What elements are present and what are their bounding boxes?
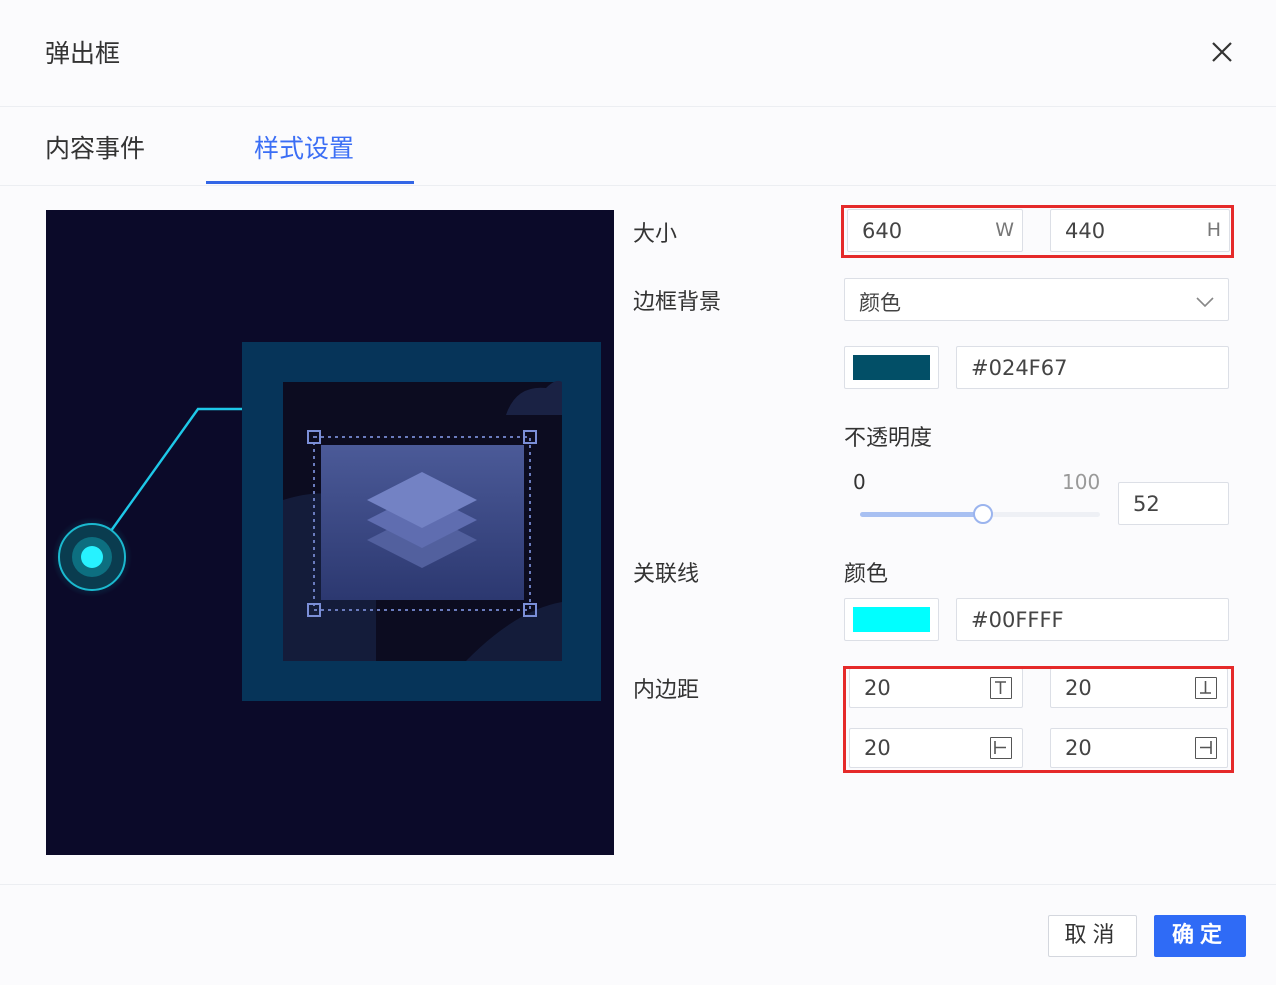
border-color-input[interactable] <box>957 347 1228 388</box>
padding-bottom-icon <box>1195 677 1217 699</box>
opacity-field[interactable] <box>1118 482 1229 525</box>
padding-top-icon <box>990 677 1012 699</box>
tab-bar: 内容事件 样式设置 <box>0 107 1276 186</box>
padding-bottom-field[interactable] <box>1050 668 1228 708</box>
opacity-slider-fill <box>860 512 984 517</box>
padding-top-field[interactable] <box>849 668 1023 708</box>
height-field[interactable]: H <box>1050 209 1230 252</box>
opacity-slider-handle[interactable] <box>973 504 993 524</box>
dialog-title: 弹出框 <box>45 39 121 68</box>
padding-left-field[interactable] <box>849 728 1023 768</box>
link-line-label: 关联线 <box>633 562 700 587</box>
link-line-color-fill <box>853 607 930 632</box>
opacity-min-label: 0 <box>853 470 866 494</box>
padding-left-icon <box>990 737 1012 759</box>
chevron-down-icon <box>1196 293 1214 312</box>
border-bg-type-value: 颜色 <box>859 291 901 315</box>
opacity-input[interactable] <box>1119 483 1228 524</box>
opacity-label: 不透明度 <box>844 426 933 451</box>
dialog-header: 弹出框 <box>0 0 1276 107</box>
size-label: 大小 <box>633 222 678 247</box>
close-icon[interactable] <box>1206 36 1238 68</box>
dialog-footer: 取消 确定 <box>0 884 1276 985</box>
padding-right-icon <box>1195 737 1217 759</box>
link-line-color-input[interactable] <box>957 599 1228 640</box>
height-input[interactable] <box>1051 210 1229 251</box>
width-field[interactable]: W <box>847 209 1023 252</box>
padding-label: 内边距 <box>633 678 700 703</box>
border-color-fill <box>853 355 930 380</box>
width-unit: W <box>995 219 1014 241</box>
cancel-button[interactable]: 取消 <box>1048 915 1137 957</box>
border-bg-type-select[interactable]: 颜色 <box>844 278 1229 321</box>
tab-content-events[interactable]: 内容事件 <box>45 129 145 165</box>
link-line-color-label: 颜色 <box>844 562 889 587</box>
confirm-button[interactable]: 确定 <box>1154 915 1246 957</box>
height-unit: H <box>1206 219 1221 241</box>
border-color-field[interactable] <box>956 346 1229 389</box>
padding-right-field[interactable] <box>1050 728 1228 768</box>
preview-illustration <box>52 342 601 701</box>
opacity-max-label: 100 <box>1062 470 1101 494</box>
border-color-swatch[interactable] <box>844 346 939 389</box>
active-tab-indicator <box>206 181 414 184</box>
opacity-slider[interactable] <box>860 504 1100 524</box>
tab-style-settings[interactable]: 样式设置 <box>254 129 354 165</box>
style-preview <box>46 210 614 855</box>
link-line-color-field[interactable] <box>956 598 1229 641</box>
border-bg-label: 边框背景 <box>633 290 722 315</box>
link-line-color-swatch[interactable] <box>844 598 939 641</box>
